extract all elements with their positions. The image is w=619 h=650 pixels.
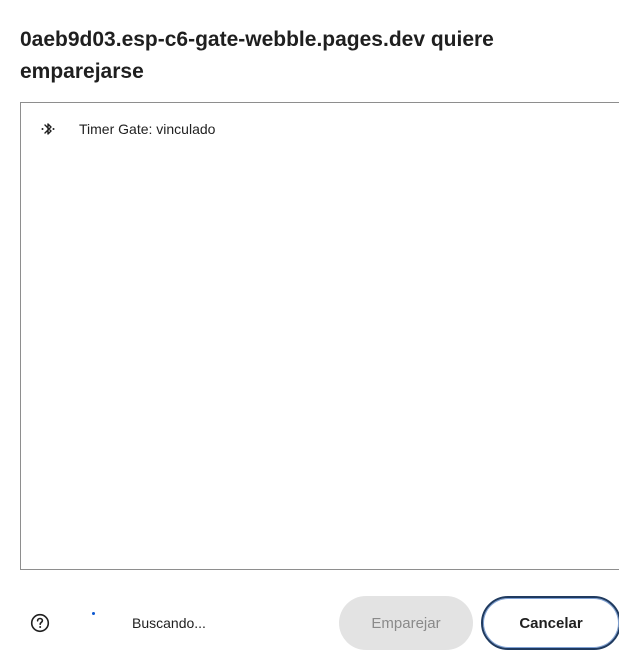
dialog-title: 0aeb9d03.esp-c6-gate-webble.pages.dev qu… [20,28,494,83]
status-text: Buscando... [132,615,206,631]
list-item[interactable]: Timer Gate: vinculado [21,117,619,141]
device-list[interactable]: Timer Gate: vinculado [20,102,619,570]
bluetooth-icon [41,123,55,135]
device-name: Timer Gate: vinculado [79,121,216,137]
dialog-footer: Buscando... Emparejar Cancelar [0,590,619,650]
pair-button[interactable]: Emparejar [339,596,473,650]
bluetooth-pairing-dialog: 0aeb9d03.esp-c6-gate-webble.pages.dev qu… [0,0,619,650]
cancel-button[interactable]: Cancelar [481,596,619,650]
help-circle-icon[interactable] [30,613,50,633]
searching-spinner-icon [92,612,95,615]
